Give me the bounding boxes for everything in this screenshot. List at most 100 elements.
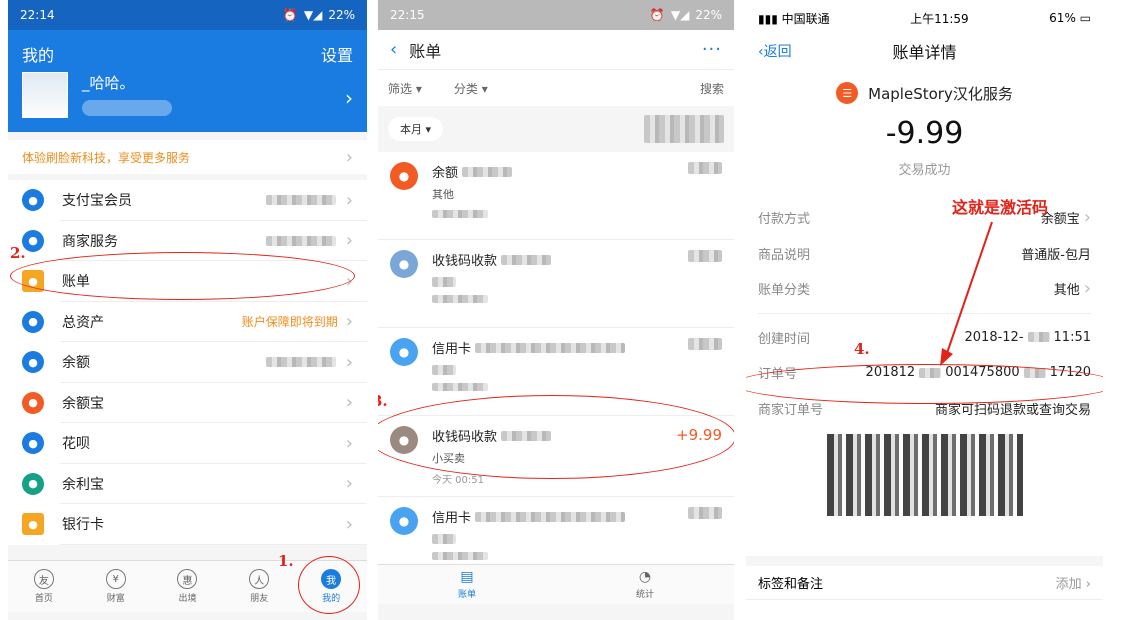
bill-row[interactable]: ● 余额其他 [378, 152, 734, 240]
avatar[interactable] [22, 72, 68, 118]
detail-rows: 付款方式 余额宝 › 商品说明 普通版-包月 账单分类 其他 › 创建时间 2018-12- 11:… [746, 200, 1103, 426]
masked-value [501, 430, 552, 441]
bill-name: 收钱码收款 [432, 254, 498, 269]
step-label-4: 4. [854, 340, 870, 358]
tab-icon: 惠 [177, 569, 198, 589]
settings-button[interactable]: 设置 [321, 42, 353, 66]
menu-item[interactable]: ● 银行卡 › [8, 504, 367, 545]
menu-item[interactable]: ● 账单 › [8, 261, 367, 302]
yulibao-icon: ● [22, 472, 44, 495]
menu-item-label: 账单 [62, 274, 90, 291]
more-button[interactable]: ··· [702, 39, 722, 60]
detail-value: 2018-12- 11:51 [964, 329, 1091, 345]
status-bar: 22:15 ⏰ ▼◢ 22% [378, 0, 734, 30]
bill-list: ● 余额 其他 ● 收钱码收款 ● 信用卡 ● 收钱码收款 小买卖 今天 00:51 +9.99 ● 信用… [378, 152, 734, 585]
chevron-right-icon: › [345, 230, 353, 252]
tab-item[interactable]: 我我的 [295, 561, 367, 612]
back-icon[interactable]: ‹ [390, 39, 397, 60]
tab-bills[interactable]: ▤ 账单 [378, 565, 556, 604]
menu-item[interactable]: ● 支付宝会员 › [8, 180, 367, 221]
detail-key: 商品说明 [758, 247, 811, 263]
chevron-right-icon[interactable]: › [345, 86, 353, 110]
member-icon: ● [22, 189, 44, 212]
bill-subtitle: 其他 [432, 188, 454, 201]
search-button[interactable]: 搜索 [700, 80, 724, 97]
tags-notes-row[interactable]: 标签和备注 添加 › [746, 556, 1103, 600]
masked-value [432, 277, 456, 287]
chevron-right-icon: › [345, 311, 353, 333]
menu-item-label: 余额 [62, 355, 90, 372]
masked-value [265, 235, 336, 246]
bill-name: 余额 [432, 166, 459, 181]
menu-item[interactable]: ● 总资产 账户保障即将到期 › [8, 302, 367, 343]
detail-key: 创建时间 [758, 331, 811, 347]
detail-key: 订单号 [758, 367, 798, 383]
menu-item[interactable]: ● 花呗 › [8, 423, 367, 464]
back-button[interactable]: ‹返回 [758, 41, 792, 61]
carrier: ▮▮▮ 中国联通 [758, 11, 830, 26]
page-title: 账单详情 [892, 43, 957, 62]
detail-row: 商家订单号 商家可扫码退款或查询交易 [758, 391, 1091, 427]
promo-banner[interactable]: 体验刷脸新科技，享受更多服务 › [8, 140, 367, 174]
menu-item[interactable]: ● 商家服务 › [8, 221, 367, 262]
bill-name: 信用卡 [432, 342, 472, 357]
merchant-name: MapleStory汉化服务 [868, 84, 1013, 103]
detail-row: 订单号 201812 001475800 17120 [758, 355, 1091, 391]
menu-item-label: 花呗 [62, 436, 90, 453]
username: _哈哈。 [82, 74, 135, 92]
battery-level: 22% [328, 8, 355, 22]
menu-item[interactable]: ● 余利宝 › [8, 464, 367, 505]
menu-item-meta: 账户保障即将到期 [241, 315, 338, 330]
account-masked [82, 100, 172, 116]
month-selector[interactable]: 本月 ▾ [388, 117, 444, 141]
tab-label: 账单 [457, 590, 476, 600]
detail-value: 余额宝 › [1040, 207, 1091, 229]
detail-value: 201812 001475800 17120 [865, 365, 1091, 381]
transaction-amount: -9.99 [885, 116, 964, 151]
step-label-3: 3. [378, 392, 388, 410]
menu-item-label: 总资产 [62, 314, 104, 331]
bill-row[interactable]: ● 收钱码收款 [378, 240, 734, 328]
masked-value [501, 254, 552, 265]
nav-bar: ‹ 账单 ··· [378, 30, 734, 70]
masked-value [432, 365, 456, 375]
masked-value [1027, 332, 1050, 343]
chevron-right-icon: › [345, 392, 353, 414]
menu-item[interactable]: ● 余额宝 › [8, 383, 367, 424]
bill-list-panel: 22:15 ⏰ ▼◢ 22% ‹ 账单 ··· 筛选 ▾ 分类 ▾ 搜索 本月 … [378, 0, 734, 620]
tags-notes-label: 标签和备注 [758, 577, 824, 592]
masked-value [432, 552, 488, 560]
user-icon: ● [390, 338, 418, 366]
tab-label: 朋友 [250, 594, 269, 604]
filter-dropdown[interactable]: 筛选 ▾ [388, 80, 422, 97]
category-dropdown[interactable]: 分类 ▾ [454, 80, 488, 97]
bottom-tab-bar: 友首页 ¥ 财富 惠出境 人朋友 我我的 [8, 560, 367, 612]
bill-amount: +9.99 [676, 426, 722, 444]
tab-icon: 友 [33, 569, 54, 589]
tab-item[interactable]: 友首页 [8, 561, 80, 612]
alarm-icon: ⏰ [649, 8, 665, 22]
masked-value [475, 342, 626, 353]
add-tag-button[interactable]: 添加 › [1056, 573, 1091, 592]
qr-collect-icon: ● [390, 250, 418, 278]
page-title: 我的 [22, 46, 55, 65]
menu-item[interactable]: ● 余额 › [8, 342, 367, 383]
tab-item[interactable]: ¥ 财富 [80, 561, 152, 612]
masked-value [265, 195, 336, 206]
detail-row[interactable]: 账单分类 其他 › [758, 271, 1091, 307]
tab-item[interactable]: 惠出境 [152, 561, 224, 612]
tab-statistics[interactable]: ◔ 统计 [556, 565, 734, 604]
qr-collect-icon-2: ● [390, 426, 418, 454]
nav-bar: ‹返回 账单详情 [746, 36, 1103, 66]
chevron-right-icon: › [345, 473, 353, 495]
yuebao-icon: ● [22, 391, 44, 414]
status-bar: ▮▮▮ 中国联通 上午11:59 61% ▭ [746, 0, 1103, 36]
balance-bill-icon: ● [390, 162, 418, 190]
detail-value: 普通版-包月 [1021, 247, 1091, 263]
bill-row[interactable]: ● 信用卡 [378, 328, 734, 416]
page-title: 账单 [409, 41, 442, 61]
chevron-right-icon: › [345, 146, 353, 168]
bill-row[interactable]: ● 收钱码收款 小买卖 今天 00:51 +9.99 [378, 416, 734, 497]
masked-amount [688, 162, 722, 174]
masked-value [475, 511, 626, 522]
